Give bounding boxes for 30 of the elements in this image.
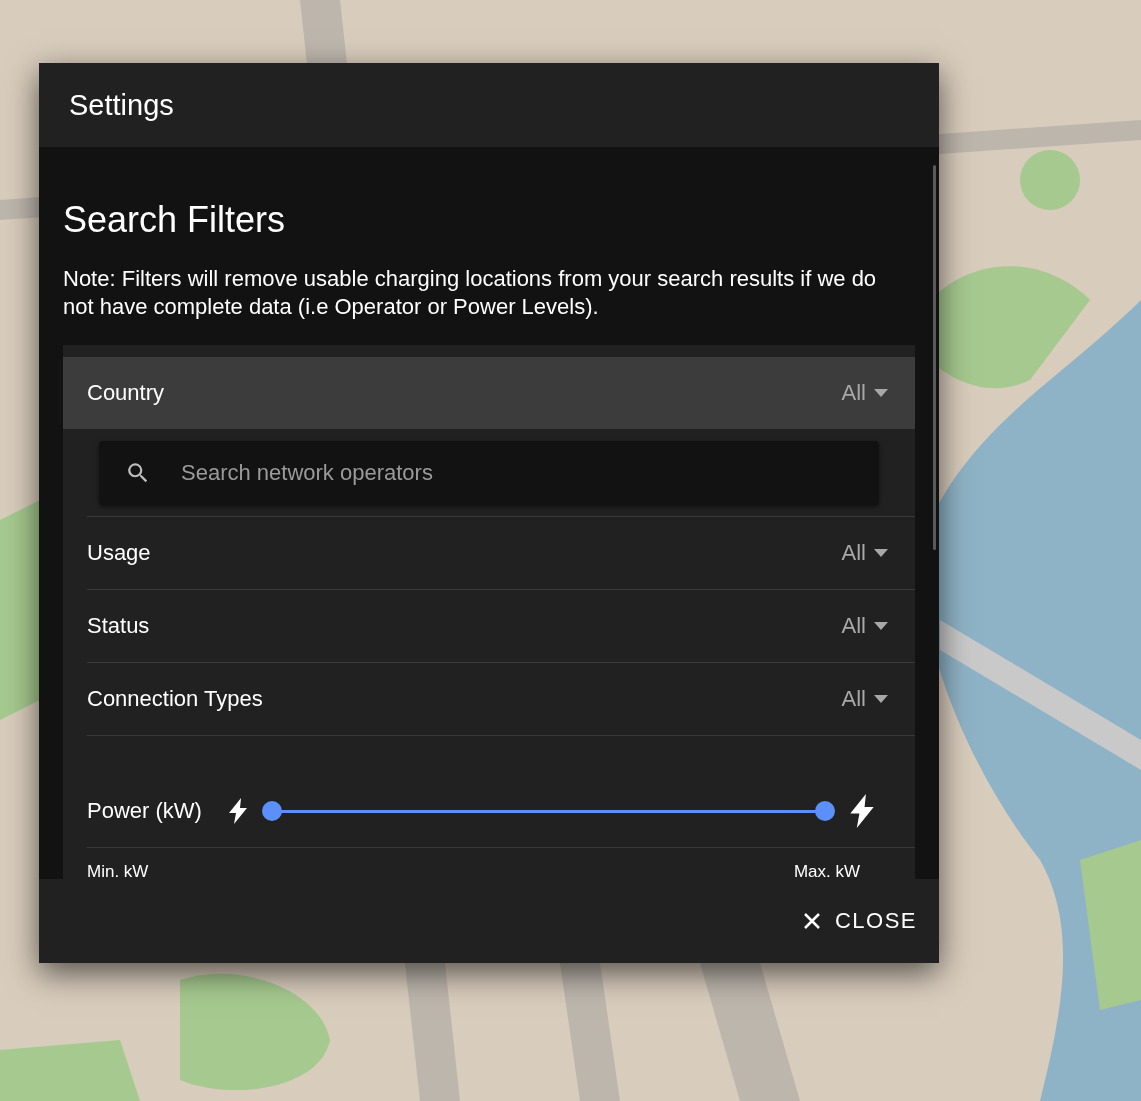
- dialog-title: Settings: [69, 88, 174, 122]
- lightning-icon: [227, 798, 248, 824]
- close-button[interactable]: CLOSE: [802, 902, 917, 940]
- search-field[interactable]: Search network operators: [99, 441, 879, 505]
- caret-icon: [874, 695, 888, 703]
- filter-dropdown[interactable]: All: [841, 540, 888, 566]
- slider-thumb[interactable]: [815, 801, 835, 821]
- note-text: Note: Filters will remove usable charging locations from your search results if we do not have complete data (i.e Operator or Power Levels).: [63, 265, 878, 321]
- max-label: Max. kW: [793, 862, 860, 879]
- slider-thumb[interactable]: [261, 801, 282, 821]
- power-label: Power (kW): [87, 798, 202, 824]
- scrollbar[interactable]: [933, 165, 936, 550]
- filter-dropdown[interactable]: All: [841, 686, 888, 712]
- filter-label: Usage: [87, 540, 151, 566]
- filter-dropdown[interactable]: All: [841, 380, 888, 406]
- caret-icon: [874, 622, 888, 630]
- filter-row[interactable]: Status All: [87, 590, 915, 663]
- filter-row[interactable]: Connection Types All: [87, 663, 915, 736]
- filter-dropdown[interactable]: All: [841, 613, 888, 639]
- filter-row[interactable]: Usage All: [87, 517, 915, 590]
- close-icon: [802, 912, 821, 930]
- filter-label: Country: [87, 380, 165, 406]
- filter-row[interactable]: Country All: [63, 357, 915, 429]
- filter-label: Status: [87, 613, 150, 639]
- section-title: Search Filters: [63, 199, 287, 241]
- caret-icon: [874, 549, 888, 557]
- lightning-icon: [849, 794, 875, 828]
- min-label: Min. kW: [87, 862, 149, 879]
- filter-label: Connection Types: [87, 686, 263, 712]
- caret-icon: [874, 389, 888, 397]
